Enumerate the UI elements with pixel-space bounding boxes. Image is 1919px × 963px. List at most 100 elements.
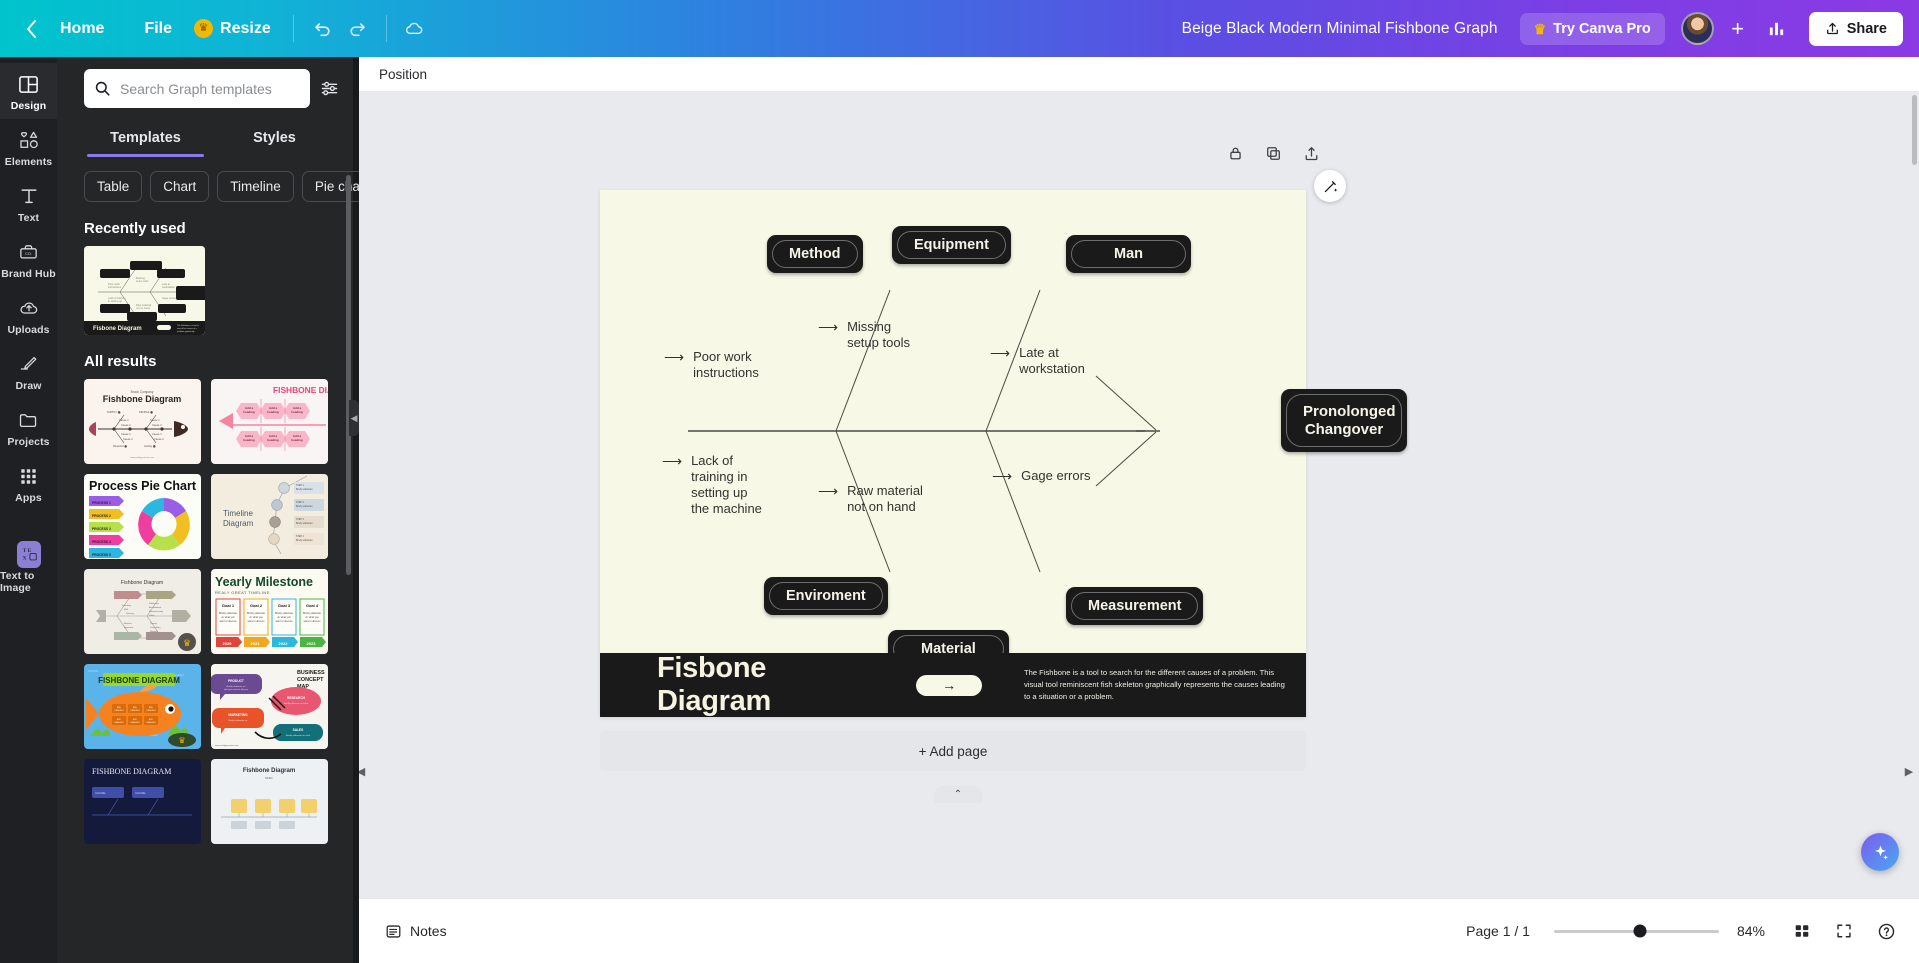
search-icon [95,81,110,96]
category-node-man[interactable]: Man [1066,235,1191,273]
arrow-icon: ⟶ [990,345,1011,361]
lock-icon [1229,147,1241,159]
lock-button[interactable] [1224,142,1246,164]
share-button[interactable]: Share [1808,11,1903,46]
help-button[interactable] [1869,914,1903,948]
export-page-button[interactable] [1300,142,1322,164]
panel-scrollbar[interactable] [346,175,351,575]
design-footer-banner[interactable]: Fisbone Diagram → The Fishbone is a tool… [600,652,1306,717]
svg-text:HEADING: HEADING [130,721,140,724]
template-card[interactable]: Fishbone Diagram BRIEF [211,759,328,844]
try-canva-pro-button[interactable]: ♛ Try Canva Pro [1519,12,1665,45]
banner-arrow-button[interactable]: → [916,674,982,696]
template-card[interactable]: Timeline Diagram STEP 1 Briefly elaborat… [211,474,328,559]
svg-text:FISHBONE DIAGRAM: FISHBONE DIAGRAM [98,676,180,685]
add-collaborator-button[interactable]: + [1723,14,1753,44]
template-card[interactable]: Brook Company Fishbone Diagram SUPPLY ⬤ P… [84,379,201,464]
canvas-vertical-scrollbar[interactable] [1912,95,1917,165]
undo-button[interactable] [304,11,340,47]
template-card[interactable]: FISHBONE DIAGRAM ADD HEADING ADD HEADING A… [84,664,201,749]
svg-text:STEP 3: STEP 3 [296,519,305,521]
category-node-method[interactable]: Method [767,235,863,273]
cause-missing-setup-tools[interactable]: ⟶ Missing setup tools [818,319,910,351]
fullscreen-button[interactable] [1827,914,1861,948]
category-node-measurement[interactable]: Measurement [1066,587,1204,625]
sidebar-item-elements[interactable]: Elements [0,119,57,175]
chip-table[interactable]: Table [84,171,143,202]
editor-area: Position Method Equipment Man Enviroment… [359,57,1919,963]
cause-poor-work-instructions[interactable]: ⟶ Poor work instructions [664,349,759,381]
redo-button[interactable] [340,11,376,47]
zoom-level-value[interactable]: 84% [1737,923,1765,939]
arrow-icon: ⟶ [662,453,683,469]
recent-template-card[interactable]: Poor work instructions Missing setup tools… [84,246,205,335]
insights-button[interactable] [1759,11,1795,47]
arrow-icon: ⟶ [664,349,685,365]
position-button[interactable]: Position [369,62,437,87]
design-page[interactable]: Method Equipment Man Enviroment Material… [600,190,1407,717]
cause-lack-of-training[interactable]: ⟶ Lack of training in setting up the mac… [662,453,762,517]
sidebar-item-apps[interactable]: Apps [0,455,57,511]
svg-text:HEADING: HEADING [146,721,156,724]
filter-button[interactable] [320,79,339,98]
grid-view-button[interactable] [1785,914,1819,948]
magic-edit-button[interactable] [1314,170,1346,202]
canvas-scroll-left[interactable]: ◀ [359,764,368,778]
zoom-slider-knob[interactable] [1633,924,1647,938]
category-node-enviroment[interactable]: Enviroment [764,577,888,615]
sidebar-item-brand-hub[interactable]: CO. Brand Hub [0,231,57,287]
zoom-slider[interactable] [1553,924,1719,938]
svg-text:Cause 1: Cause 1 [121,432,131,436]
template-card[interactable]: FISHBONE DIAGRAM CAUSE CAUSE [84,759,201,844]
canvas-viewport[interactable]: Method Equipment Man Enviroment Material… [359,92,1919,898]
resize-button[interactable]: ♛ Resize [194,13,283,45]
svg-text:ADD: ADD [133,706,138,709]
sidebar-item-text-to-image[interactable]: T E X Text to Image [0,533,57,601]
notes-button[interactable]: Notes [374,916,458,947]
svg-text:Reason: Reason [124,623,132,625]
cause-raw-material-not-on-hand[interactable]: ⟶ Raw material not on hand [818,483,923,515]
cause-late-at-workstation[interactable]: ⟶ Late at workstation [990,345,1085,377]
ai-assistant-button[interactable] [1861,833,1899,871]
svg-text:Briefly elaborate: Briefly elaborate [296,539,313,542]
sidebar-item-text[interactable]: Text [0,175,57,231]
document-title[interactable]: Beige Black Modern Minimal Fishbone Grap… [1182,20,1498,38]
duplicate-page-button[interactable] [1262,142,1284,164]
home-button[interactable]: Home [48,13,116,45]
panel-collapse-button[interactable]: ◀ [349,400,359,436]
chip-timeline[interactable]: Timeline [217,171,294,202]
category-label: Enviroment [769,582,883,610]
page-indicator[interactable]: Page 1 / 1 [1466,923,1530,939]
all-results-heading: All results [84,353,157,370]
sidebar-item-projects[interactable]: Projects [0,399,57,455]
notes-collapse-handle[interactable]: ⌃ [934,786,982,803]
effect-node-pronolonged-changover[interactable]: Pronolonged Changover [1281,389,1407,453]
back-button[interactable] [14,19,48,38]
chip-chart[interactable]: Chart [150,171,210,202]
sidebar-item-design[interactable]: Design [0,63,57,119]
template-card[interactable]: BUSINESS CONCEPT MAP PRODUCT Briefly ela… [211,664,328,749]
results-grid: Brook Company Fishbone Diagram SUPPLY ⬤ P… [67,379,353,844]
cloud-sync-button[interactable] [397,11,433,47]
undo-icon [314,22,330,36]
template-card[interactable]: Fishbone Diagram Inventory Mail Delivery… [84,569,201,654]
cause-gage-errors[interactable]: ⟶ Gage errors [992,468,1090,486]
tab-styles[interactable]: Styles [210,122,339,157]
file-menu-button[interactable]: File [132,13,184,45]
shapes-icon [17,128,41,152]
tab-templates[interactable]: Templates [81,122,210,157]
sidebar-label-text-to-image: Text to Image [0,570,35,594]
svg-text:PROCESS 4: PROCESS 4 [92,540,111,544]
template-card[interactable]: FISHBONE DIAGRAM Add aheading Ad [211,379,328,464]
template-card[interactable]: Process Pie Chart PROCESS 1 PROCESS 2 PR… [84,474,201,559]
sidebar-item-uploads[interactable]: Uploads [0,287,57,343]
search-input[interactable]: Search Graph templates [84,69,310,108]
category-node-equipment[interactable]: Equipment [892,226,1011,264]
template-card[interactable]: Yearly Milestone REALY GREAT TIMELINE Go… [211,569,328,654]
avatar[interactable] [1680,12,1714,45]
add-page-button[interactable]: + Add page [600,731,1306,771]
svg-text:Delivery: Delivery [126,612,135,615]
canvas-scroll-right[interactable]: ▶ [1902,764,1916,778]
sidebar-item-draw[interactable]: Draw [0,343,57,399]
svg-text:Goal 1: Goal 1 [222,603,235,608]
